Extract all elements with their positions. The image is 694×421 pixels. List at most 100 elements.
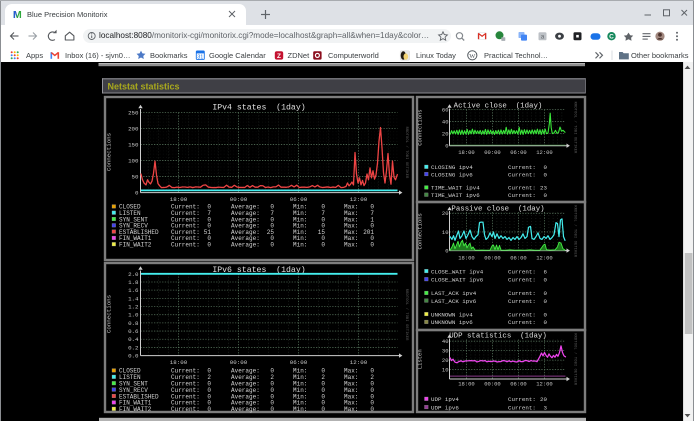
svg-text:12:00: 12:00	[536, 149, 553, 156]
svg-text:RRDTOOL / TOBI OETIKER: RRDTOOL / TOBI OETIKER	[404, 127, 409, 179]
svg-text:UDP ipv4: UDP ipv4	[431, 396, 459, 403]
svg-text:00:00: 00:00	[484, 254, 501, 261]
svg-text:LAST_ACK ipv6: LAST_ACK ipv6	[431, 298, 477, 305]
svg-text:12:00: 12:00	[350, 196, 368, 203]
svg-text:50: 50	[132, 174, 139, 181]
svg-text:Current:: Current:	[508, 298, 536, 305]
svg-text:FIN_WAIT2: FIN_WAIT2	[119, 406, 152, 413]
svg-text:60: 60	[442, 106, 449, 113]
svg-text:0: 0	[544, 319, 548, 326]
svg-text:150: 150	[128, 142, 139, 149]
svg-text:Listen: Listen	[417, 349, 424, 369]
svg-text:Average:: Average:	[231, 406, 260, 413]
svg-text:Current:: Current:	[508, 164, 536, 171]
svg-text:UNKNOWN ipv6: UNKNOWN ipv6	[431, 319, 473, 326]
svg-text:18:00: 18:00	[458, 254, 475, 261]
svg-text:Current:: Current:	[508, 311, 536, 318]
svg-text:CLOSING ipv6: CLOSING ipv6	[431, 171, 473, 178]
svg-text:IPv4 states (1day): IPv4 states (1day)	[212, 102, 305, 112]
svg-text:Current:: Current:	[508, 290, 536, 297]
svg-text:0: 0	[544, 298, 548, 305]
svg-text:20: 20	[540, 396, 547, 403]
svg-text:2.0: 2.0	[128, 271, 139, 278]
svg-text:10: 10	[442, 366, 449, 373]
svg-text:0.4: 0.4	[128, 336, 139, 343]
svg-text:0: 0	[445, 143, 448, 150]
svg-text:CLOSING ipv4: CLOSING ipv4	[431, 164, 473, 171]
svg-text:18:00: 18:00	[170, 359, 188, 366]
svg-text:Min:: Min:	[293, 406, 307, 413]
svg-text:31: 31	[197, 54, 203, 60]
svg-text:18:00: 18:00	[458, 149, 475, 156]
svg-text:06:00: 06:00	[290, 196, 308, 203]
svg-text:Current:: Current:	[171, 406, 200, 413]
svg-text:250: 250	[128, 110, 139, 117]
svg-text:TIME_WAIT ipv4: TIME_WAIT ipv4	[431, 185, 480, 192]
svg-text:0: 0	[207, 242, 211, 249]
svg-text:18:00: 18:00	[458, 381, 475, 388]
svg-text:06:00: 06:00	[510, 254, 527, 261]
svg-text:12:00: 12:00	[536, 381, 553, 388]
svg-text:0.2: 0.2	[128, 344, 139, 351]
svg-text:0: 0	[270, 242, 274, 249]
svg-text:CLOSE_WAIT ipv4: CLOSE_WAIT ipv4	[431, 268, 484, 275]
svg-text:1.0: 1.0	[128, 312, 139, 319]
svg-text:Current:: Current:	[508, 268, 536, 275]
svg-text:RRDTOOL / TOBI OETIKER: RRDTOOL / TOBI OETIKER	[573, 205, 578, 257]
svg-text:0: 0	[270, 406, 274, 413]
svg-text:3: 3	[544, 404, 548, 411]
svg-text:20: 20	[442, 357, 449, 364]
svg-text:0: 0	[544, 290, 548, 297]
svg-text:00:00: 00:00	[484, 381, 501, 388]
svg-text:0: 0	[207, 406, 211, 413]
svg-text:W: W	[469, 53, 476, 60]
svg-text:Max:: Max:	[344, 242, 358, 249]
svg-text:1.4: 1.4	[128, 295, 139, 302]
svg-text:LAST_ACK ipv4: LAST_ACK ipv4	[431, 290, 477, 297]
svg-text:0.8: 0.8	[128, 320, 139, 327]
svg-text:Connections: Connections	[106, 133, 113, 171]
svg-text:UDP ipv6: UDP ipv6	[431, 404, 459, 411]
svg-text:Current:: Current:	[508, 276, 536, 283]
svg-text:RRDTOOL / TOBI OETIKER: RRDTOOL / TOBI OETIKER	[404, 289, 409, 341]
svg-text:0: 0	[321, 406, 325, 413]
svg-text:TIME_WAIT ipv6: TIME_WAIT ipv6	[431, 192, 480, 199]
svg-text:200: 200	[128, 126, 139, 133]
svg-text:RRDTOOL / TOBI OETIKER: RRDTOOL / TOBI OETIKER	[573, 102, 578, 154]
svg-text:Current:: Current:	[171, 242, 200, 249]
svg-text:40: 40	[442, 338, 449, 345]
svg-text:00:00: 00:00	[230, 196, 248, 203]
svg-text:0.6: 0.6	[128, 328, 139, 335]
svg-text:100: 100	[128, 158, 139, 165]
svg-text:0: 0	[321, 242, 325, 249]
svg-text:Max:: Max:	[344, 406, 358, 413]
svg-text:1.8: 1.8	[128, 279, 139, 286]
svg-text:12:00: 12:00	[536, 254, 553, 261]
svg-text:1.2: 1.2	[128, 304, 139, 311]
svg-text:Average:: Average:	[231, 242, 260, 249]
svg-text:0: 0	[544, 311, 548, 318]
svg-text:40: 40	[442, 118, 449, 125]
svg-text:0.0: 0.0	[128, 353, 139, 360]
svg-text:FIN_WAIT2: FIN_WAIT2	[119, 242, 152, 249]
svg-text:23: 23	[540, 185, 547, 192]
svg-text:Connections: Connections	[106, 295, 113, 333]
svg-text:30: 30	[442, 347, 449, 354]
svg-text:0: 0	[445, 247, 448, 254]
svg-text:Current:: Current:	[508, 396, 536, 403]
svg-text:Z: Z	[277, 53, 281, 60]
svg-text:RRDTOOL / TOBI OETIKER: RRDTOOL / TOBI OETIKER	[573, 333, 578, 385]
svg-text:Passive close (1day): Passive close (1day)	[451, 205, 544, 213]
svg-text:0: 0	[135, 190, 139, 197]
svg-text:0: 0	[370, 242, 374, 249]
svg-text:Current:: Current:	[508, 185, 536, 192]
svg-text:06:00: 06:00	[510, 149, 527, 156]
svg-text:Current:: Current:	[508, 319, 536, 326]
svg-text:Connections: Connections	[417, 109, 424, 145]
svg-text:C: C	[609, 34, 614, 41]
svg-text:12:00: 12:00	[350, 359, 368, 366]
svg-text:CLOSE_WAIT ipv6: CLOSE_WAIT ipv6	[431, 276, 484, 283]
svg-text:6: 6	[544, 268, 548, 275]
svg-text:0: 0	[544, 192, 548, 199]
svg-text:10: 10	[442, 229, 449, 236]
